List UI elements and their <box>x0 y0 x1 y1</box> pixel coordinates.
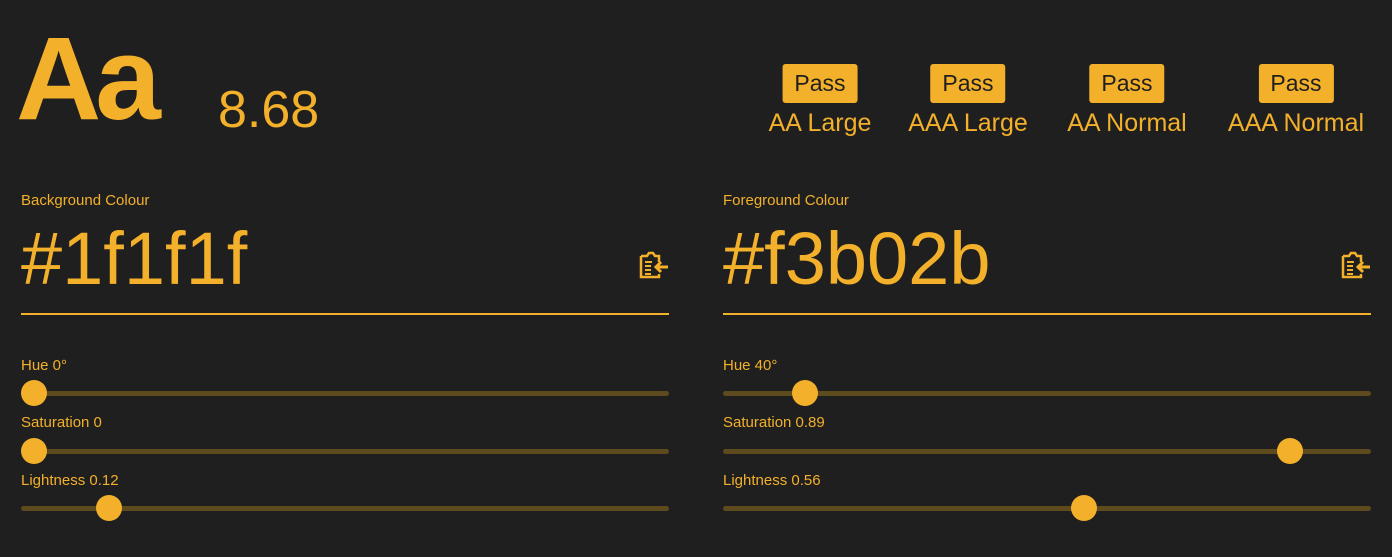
clipboard-paste-icon[interactable] <box>637 250 669 282</box>
slider-thumb[interactable] <box>21 438 47 464</box>
lightness-slider[interactable] <box>21 495 669 521</box>
hue-slider[interactable] <box>723 380 1371 406</box>
saturation-slider[interactable] <box>723 438 1371 464</box>
slider-thumb[interactable] <box>95 495 122 521</box>
background-hex-input[interactable]: #1f1f1f <box>21 222 247 296</box>
saturation-slider[interactable] <box>21 438 669 464</box>
slider-thumb[interactable] <box>21 380 47 406</box>
foreground-hex-input[interactable]: #f3b02b <box>723 222 991 296</box>
saturation-label: Saturation 0 <box>21 414 102 431</box>
foreground-colour-panel: Foreground Colour #f3b02b Hue 40° Satura… <box>723 0 1371 557</box>
background-colour-panel: Background Colour #1f1f1f Hue 0° Saturat… <box>21 0 669 557</box>
clipboard-paste-icon[interactable] <box>1339 250 1371 282</box>
input-underline <box>21 313 669 315</box>
foreground-colour-label: Foreground Colour <box>723 192 849 209</box>
lightness-slider[interactable] <box>723 495 1371 521</box>
input-underline <box>723 313 1371 315</box>
hue-slider[interactable] <box>21 380 669 406</box>
hue-label: Hue 40° <box>723 357 778 374</box>
hue-label: Hue 0° <box>21 357 68 374</box>
saturation-label: Saturation 0.89 <box>723 414 825 431</box>
slider-thumb[interactable] <box>1276 438 1303 464</box>
lightness-label: Lightness 0.12 <box>21 472 119 489</box>
slider-thumb[interactable] <box>1071 495 1098 521</box>
slider-thumb[interactable] <box>792 380 819 406</box>
lightness-label: Lightness 0.56 <box>723 472 821 489</box>
background-colour-label: Background Colour <box>21 192 150 209</box>
